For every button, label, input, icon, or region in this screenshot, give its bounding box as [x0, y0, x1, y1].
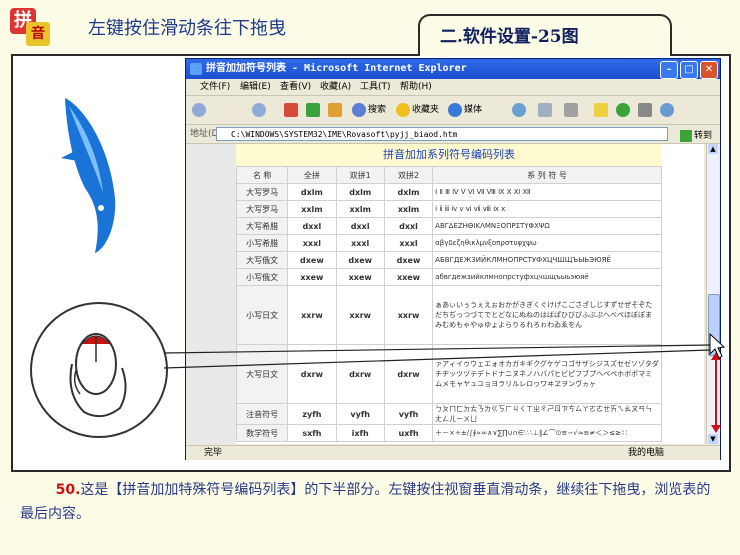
page: 拼 音 左键按住滑动条往下拖曳 二.软件设置-25图 拼音加加符号列表 - Mi…	[0, 0, 740, 555]
annotation-overlay	[163, 332, 726, 433]
caption-text: 这是【拼音加加特殊符号编码列表】的下半部分。左键按住视窗垂直滑动条，继续往下拖曳…	[20, 482, 711, 522]
step-number: 50.	[55, 482, 81, 498]
instruction-caption: 50.这是【拼音加加特殊符号编码列表】的下半部分。左键按住视窗垂直滑动条，继续往…	[20, 478, 720, 526]
